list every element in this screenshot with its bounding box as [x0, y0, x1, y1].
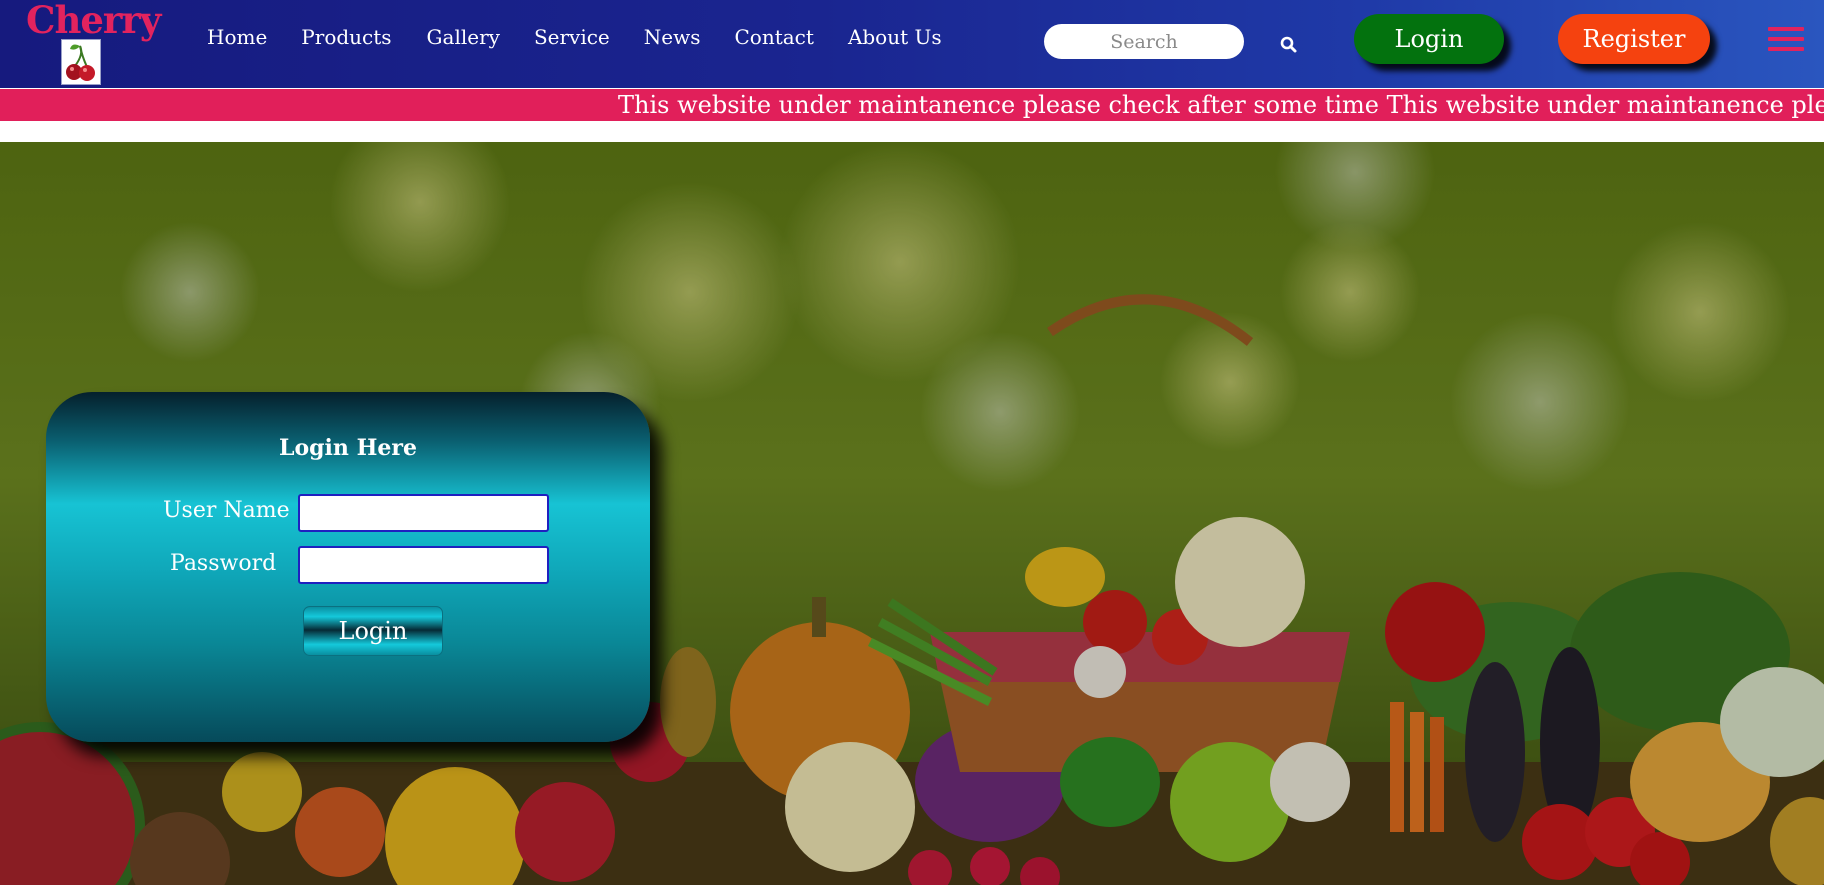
cherry-logo-icon[interactable]: [61, 39, 101, 85]
search-input[interactable]: [1044, 24, 1244, 59]
hamburger-menu-icon[interactable]: [1768, 27, 1804, 55]
password-input[interactable]: [298, 546, 549, 584]
navbar: Cherry Home Products Gallery Service New…: [0, 0, 1824, 88]
username-input[interactable]: [298, 494, 549, 532]
nav-gallery[interactable]: Gallery: [427, 25, 500, 49]
nav-products[interactable]: Products: [301, 25, 391, 49]
header-login-button[interactable]: Login: [1354, 14, 1504, 64]
header-register-button[interactable]: Register: [1558, 14, 1710, 64]
marquee-text: This website under maintanence please ch…: [618, 91, 1824, 119]
nav-home[interactable]: Home: [207, 25, 267, 49]
form-login-button[interactable]: Login: [303, 606, 443, 656]
nav-news[interactable]: News: [644, 25, 701, 49]
hamburger-line: [1768, 27, 1804, 31]
brand-name[interactable]: Cherry: [26, 0, 161, 42]
nav-contact[interactable]: Contact: [735, 25, 814, 49]
login-form: Login Here User Name Password Login: [46, 392, 650, 742]
maintenance-marquee: This website under maintanence please ch…: [0, 89, 1824, 121]
hamburger-line: [1768, 47, 1804, 51]
password-label: Password: [170, 551, 277, 576]
hamburger-line: [1768, 37, 1804, 41]
main-nav: Home Products Gallery Service News Conta…: [207, 25, 976, 49]
nav-about-us[interactable]: About Us: [848, 25, 942, 49]
login-form-title: Login Here: [279, 435, 417, 461]
nav-service[interactable]: Service: [534, 25, 610, 49]
username-label: User Name: [163, 498, 290, 523]
search-icon[interactable]: [1279, 35, 1299, 55]
